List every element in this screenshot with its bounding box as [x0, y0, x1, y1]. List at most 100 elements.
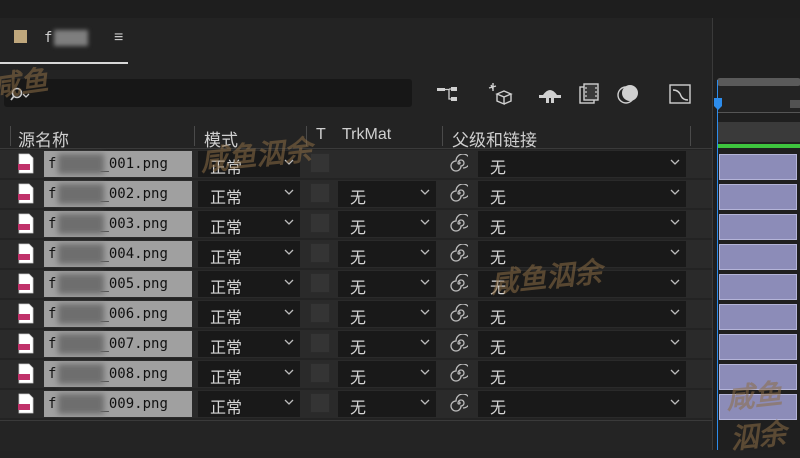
preserve-transparency-checkbox[interactable]	[310, 243, 330, 263]
preserve-transparency-checkbox[interactable]	[310, 393, 330, 413]
preserve-transparency-checkbox[interactable]	[310, 363, 330, 383]
layer-duration-bar[interactable]	[719, 334, 797, 360]
chevron-down-icon	[284, 219, 294, 225]
blend-mode-dropdown[interactable]: 正常	[198, 181, 300, 207]
pick-whip-icon[interactable]	[450, 274, 468, 292]
column-trkmat[interactable]: TrkMat	[342, 126, 391, 144]
chevron-down-icon	[284, 399, 294, 405]
graph-editor-icon[interactable]	[666, 80, 694, 108]
trkmat-dropdown[interactable]: 无	[338, 331, 436, 357]
blurred-name	[58, 304, 104, 324]
status-bar	[0, 420, 712, 451]
blend-mode-dropdown[interactable]: 正常	[198, 361, 300, 387]
parent-value: 无	[490, 220, 507, 237]
pick-whip-icon[interactable]	[450, 394, 468, 412]
chevron-down-icon	[420, 369, 430, 375]
trkmat-dropdown[interactable]: 无	[338, 271, 436, 297]
comp-color-swatch[interactable]	[14, 30, 27, 43]
column-divider[interactable]	[10, 126, 11, 146]
parent-link-dropdown[interactable]: 无	[478, 181, 686, 207]
blend-mode-dropdown[interactable]: 正常	[198, 391, 300, 417]
preserve-transparency-checkbox[interactable]	[310, 333, 330, 353]
playhead-icon[interactable]	[713, 94, 725, 112]
pick-whip-icon[interactable]	[450, 304, 468, 322]
parent-link-dropdown[interactable]: 无	[478, 301, 686, 327]
time-ruler[interactable]	[717, 86, 800, 113]
layer-duration-bar[interactable]	[719, 154, 797, 180]
layer-name-cell[interactable]: f _001.png	[44, 151, 192, 177]
frame-blend-icon[interactable]	[576, 80, 604, 108]
column-divider[interactable]	[194, 126, 195, 146]
blend-mode-dropdown[interactable]: 正常	[198, 271, 300, 297]
layer-row[interactable]: f _002.png 正常 无 无	[0, 180, 712, 208]
blurred-name	[58, 394, 104, 414]
column-parent[interactable]: 父级和链接	[452, 126, 537, 151]
trkmat-dropdown[interactable]: 无	[338, 301, 436, 327]
blend-mode-value: 正常	[210, 280, 243, 297]
layer-row[interactable]: f _005.png 正常无无	[0, 270, 712, 298]
preserve-transparency-checkbox[interactable]	[310, 273, 330, 293]
pick-whip-icon[interactable]	[450, 214, 468, 232]
layer-row[interactable]: f _001.png 正常无	[0, 150, 712, 178]
layer-name-cell[interactable]: f _002.png	[44, 181, 192, 207]
parent-link-dropdown[interactable]: 无	[478, 211, 686, 237]
layer-name-cell[interactable]: f _008.png	[44, 361, 192, 387]
layer-name-cell[interactable]: f _006.png	[44, 301, 192, 327]
layer-name-cell[interactable]: f _003.png	[44, 211, 192, 237]
blend-mode-value: 正常	[210, 400, 243, 417]
layer-name-cell[interactable]: f _004.png	[44, 241, 192, 267]
motion-blur-icon[interactable]	[614, 80, 642, 108]
pick-whip-icon[interactable]	[450, 184, 468, 202]
trkmat-dropdown[interactable]: 无	[338, 361, 436, 387]
parent-link-dropdown[interactable]: 无	[478, 391, 686, 417]
layer-row[interactable]: f _006.png 正常 无 无	[0, 300, 712, 328]
parent-link-dropdown[interactable]: 无	[478, 331, 686, 357]
trkmat-dropdown[interactable]: 无	[338, 241, 436, 267]
layer-row[interactable]: f _004.png 正常无无	[0, 240, 712, 268]
layer-duration-bar[interactable]	[719, 274, 797, 300]
blend-mode-dropdown[interactable]: 正常	[198, 331, 300, 357]
layer-name-cell[interactable]: f _005.png	[44, 271, 192, 297]
work-area-bar[interactable]	[717, 78, 800, 86]
layer-row[interactable]: f _007.png 正常 无 无	[0, 330, 712, 358]
png-file-icon	[18, 243, 34, 264]
pick-whip-icon[interactable]	[450, 154, 468, 172]
trkmat-value: 无	[350, 220, 367, 237]
layer-row[interactable]: f _003.png 正常 无 无	[0, 210, 712, 238]
column-divider[interactable]	[690, 126, 691, 146]
search-input[interactable]	[4, 79, 412, 107]
layer-duration-bar[interactable]	[719, 244, 797, 270]
trkmat-dropdown[interactable]: 无	[338, 211, 436, 237]
current-time-indicator[interactable]	[717, 80, 718, 450]
trkmat-value: 无	[350, 370, 367, 387]
pick-whip-icon[interactable]	[450, 334, 468, 352]
shy-icon[interactable]	[536, 80, 564, 108]
layer-duration-bar[interactable]	[719, 184, 797, 210]
layer-duration-bar[interactable]	[719, 304, 797, 330]
layer-duration-bar[interactable]	[719, 214, 797, 240]
pick-whip-icon[interactable]	[450, 364, 468, 382]
flowchart-icon[interactable]	[434, 80, 462, 108]
preserve-transparency-checkbox[interactable]	[310, 213, 330, 233]
trkmat-dropdown[interactable]: 无	[338, 181, 436, 207]
layer-name-cell[interactable]: f _007.png	[44, 331, 192, 357]
column-source-name[interactable]: 源名称	[18, 126, 69, 151]
preserve-transparency-checkbox[interactable]	[310, 303, 330, 323]
preserve-transparency-checkbox[interactable]	[310, 183, 330, 203]
blend-mode-dropdown[interactable]: 正常	[198, 241, 300, 267]
comp-marker-bar[interactable]	[717, 122, 800, 142]
column-t[interactable]: T	[316, 126, 326, 144]
column-divider[interactable]	[442, 126, 443, 146]
menu-icon[interactable]: ≡	[114, 29, 123, 47]
blend-mode-dropdown[interactable]: 正常	[198, 211, 300, 237]
parent-link-dropdown[interactable]: 无	[478, 361, 686, 387]
layer-row[interactable]: f _009.png 正常 无 无	[0, 390, 712, 418]
trkmat-dropdown[interactable]: 无	[338, 391, 436, 417]
pick-whip-icon[interactable]	[450, 244, 468, 262]
parent-link-dropdown[interactable]: 无	[478, 151, 686, 177]
layer-name-cell[interactable]: f _009.png	[44, 391, 192, 417]
composition-tab[interactable]: f	[44, 30, 89, 46]
draft-3d-icon[interactable]	[486, 80, 514, 108]
blend-mode-dropdown[interactable]: 正常	[198, 301, 300, 327]
layer-row[interactable]: f _008.png 正常 无 无	[0, 360, 712, 388]
